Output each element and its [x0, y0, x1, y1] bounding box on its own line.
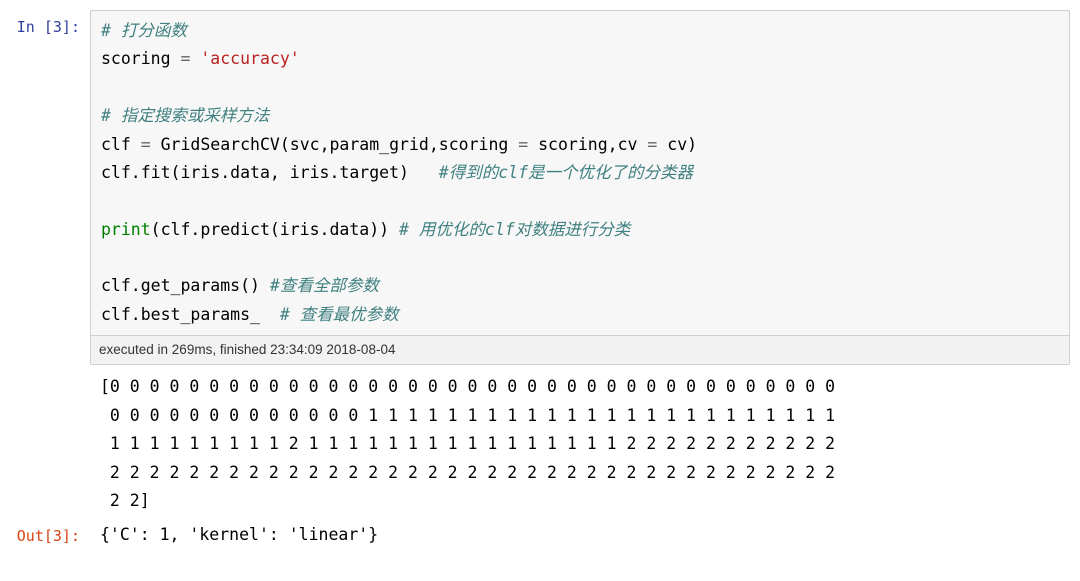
- code-comment: # 打分函数: [101, 21, 187, 40]
- code-op: =: [647, 135, 657, 154]
- output-result-text: {'C': 1, 'kernel': 'linear'}: [90, 519, 1070, 552]
- stdout-cell: [0 0 0 0 0 0 0 0 0 0 0 0 0 0 0 0 0 0 0 0…: [0, 369, 1080, 515]
- code-text: scoring: [101, 49, 180, 68]
- code-string: 'accuracy': [190, 49, 299, 68]
- stdout-content: [0 0 0 0 0 0 0 0 0 0 0 0 0 0 0 0 0 0 0 0…: [90, 369, 1070, 515]
- code-text: cv): [657, 135, 697, 154]
- output-prompt: Out[3]:: [0, 519, 90, 552]
- output-content: {'C': 1, 'kernel': 'linear'}: [90, 519, 1070, 552]
- code-text: clf.get_params(): [101, 276, 270, 295]
- code-text: clf.fit(iris.data, iris.target): [101, 163, 439, 182]
- code-text: clf.best_params_: [101, 305, 280, 324]
- input-prompt: In [3]:: [0, 10, 90, 365]
- output-cell: Out[3]: {'C': 1, 'kernel': 'linear'}: [0, 519, 1080, 552]
- code-comment: #查看全部参数: [270, 276, 379, 295]
- code-editor[interactable]: # 打分函数 scoring = 'accuracy' # 指定搜索或采样方法 …: [91, 11, 1069, 335]
- execution-info-bar: executed in 269ms, finished 23:34:09 201…: [91, 335, 1069, 364]
- code-text: GridSearchCV(svc,param_grid,scoring: [151, 135, 519, 154]
- code-op: =: [180, 49, 190, 68]
- code-text: (clf.predict(iris.data)): [151, 220, 399, 239]
- code-text: clf: [101, 135, 141, 154]
- empty-prompt: [0, 369, 90, 515]
- code-comment: # 查看最优参数: [280, 305, 399, 324]
- code-comment: # 指定搜索或采样方法: [101, 106, 269, 125]
- code-builtin: print: [101, 220, 151, 239]
- notebook-container: In [3]: # 打分函数 scoring = 'accuracy' # 指定…: [0, 0, 1080, 566]
- code-text: scoring,cv: [528, 135, 647, 154]
- code-cell[interactable]: # 打分函数 scoring = 'accuracy' # 指定搜索或采样方法 …: [90, 10, 1070, 365]
- input-cell: In [3]: # 打分函数 scoring = 'accuracy' # 指定…: [0, 10, 1080, 365]
- code-op: =: [141, 135, 151, 154]
- code-comment: #得到的clf是一个优化了的分类器: [439, 163, 693, 182]
- stdout-text: [0 0 0 0 0 0 0 0 0 0 0 0 0 0 0 0 0 0 0 0…: [90, 369, 1070, 515]
- code-op: =: [518, 135, 528, 154]
- code-comment: # 用优化的clf对数据进行分类: [399, 220, 630, 239]
